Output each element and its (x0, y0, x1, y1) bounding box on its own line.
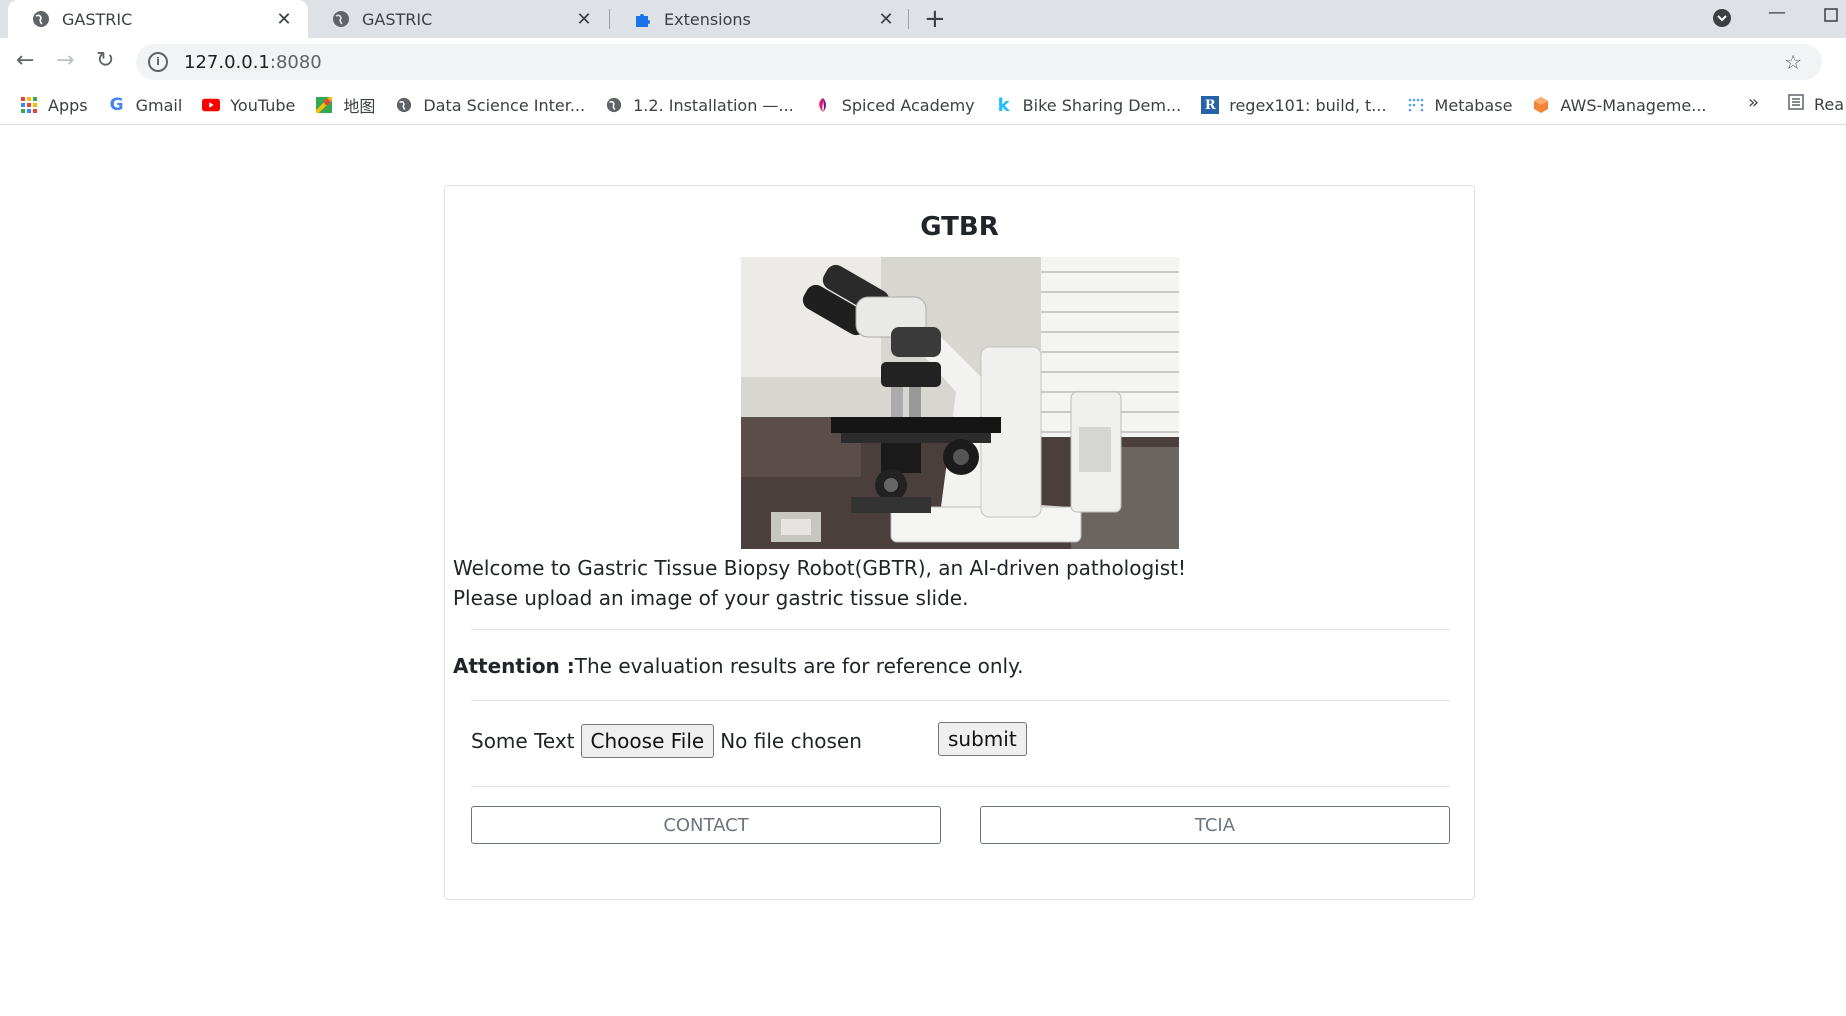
tab-close-icon[interactable]: ✕ (274, 9, 294, 30)
choose-file-button[interactable]: Choose File (580, 724, 715, 758)
aws-cube-icon (1532, 96, 1550, 114)
divider (471, 700, 1450, 701)
bookmark-label: Apps (48, 95, 88, 115)
globe-icon (332, 10, 350, 28)
tab-strip: GASTRIC ✕ GASTRIC ✕ Extensions ✕ + — (0, 0, 1846, 38)
microscope-image (741, 257, 1179, 549)
google-g-icon: G (109, 95, 124, 115)
bookmark-label: 地图 (343, 97, 376, 116)
bookmark-youtube[interactable]: YouTube (202, 96, 295, 115)
upload-form: Some Text Choose File No file chosen (471, 722, 862, 760)
main-card: GTBR Welcome to Gastric Tissue Biopsy Ro… (444, 185, 1475, 900)
globe-icon (32, 10, 50, 28)
submit-button[interactable]: submit (938, 722, 1027, 756)
upload-label: Some Text (471, 729, 575, 753)
bookmark-star-icon[interactable]: ☆ (1784, 50, 1802, 74)
apps-grid-icon (20, 96, 38, 114)
maps-icon (315, 96, 333, 114)
globe-icon (605, 96, 623, 114)
bookmarks-bar: Apps G Gmail YouTube 地图 Data Science Int… (0, 86, 1846, 125)
tab-title: Extensions (664, 9, 751, 29)
bookmark-label: Bike Sharing Dem... (1022, 95, 1182, 115)
bookmark-label: Data Science Inter... (423, 95, 586, 115)
maximize-icon[interactable] (1824, 6, 1838, 27)
divider (471, 786, 1450, 787)
tab-gastric-active[interactable]: GASTRIC ✕ (8, 0, 308, 38)
bookmark-label: Spiced Academy (841, 95, 975, 115)
bookmark-label: regex101: build, t... (1229, 95, 1387, 115)
bookmark-maps[interactable]: 地图 (315, 93, 375, 117)
tab-extensions[interactable]: Extensions ✕ (610, 0, 910, 38)
youtube-icon (202, 96, 221, 114)
bookmark-regex101[interactable]: R regex101: build, t... (1201, 95, 1387, 115)
bookmark-spiced[interactable]: Spiced Academy (814, 96, 975, 115)
page-title: GTBR (920, 212, 999, 242)
bookmark-label: 1.2. Installation —... (633, 95, 794, 115)
back-arrow-icon[interactable]: ← (16, 48, 34, 73)
bookmark-installation[interactable]: 1.2. Installation —... (605, 96, 794, 115)
site-info-icon[interactable]: i (148, 52, 168, 72)
reading-list-label: Rea (1814, 94, 1845, 114)
attention-text: The evaluation results are for reference… (574, 654, 1024, 678)
tab-separator (908, 9, 909, 29)
welcome-line-1: Welcome to Gastric Tissue Biopsy Robot(G… (453, 556, 1187, 580)
bookmark-label: Gmail (135, 95, 183, 115)
globe-icon (395, 96, 413, 114)
bookmark-label: YouTube (230, 95, 296, 115)
tab-title: GASTRIC (362, 9, 433, 29)
bookmark-data-science[interactable]: Data Science Inter... (395, 96, 585, 115)
tab-gastric[interactable]: GASTRIC ✕ (308, 0, 608, 38)
file-status-text: No file chosen (720, 729, 862, 753)
bookmark-metabase[interactable]: Metabase (1407, 95, 1513, 115)
bookmark-label: Metabase (1434, 95, 1513, 115)
new-tab-plus-icon[interactable]: + (924, 4, 946, 34)
reading-list-icon (1788, 94, 1804, 114)
tab-title: GASTRIC (62, 9, 133, 29)
puzzle-icon (634, 10, 652, 28)
attention-note: Attention :The evaluation results are fo… (453, 651, 1023, 681)
minimize-icon[interactable]: — (1768, 2, 1786, 23)
bookmark-bike-sharing[interactable]: k Bike Sharing Dem... (995, 94, 1182, 116)
metabase-icon (1407, 96, 1425, 114)
reading-list[interactable]: Rea (1788, 94, 1844, 114)
url-text: 127.0.0.1:8080 (184, 51, 322, 73)
welcome-text: Welcome to Gastric Tissue Biopsy Robot(G… (453, 553, 1186, 613)
browser-toolbar: ← → ↻ i 127.0.0.1:8080 ☆ (0, 38, 1846, 86)
bookmark-aws[interactable]: AWS-Manageme... (1532, 96, 1706, 115)
tab-close-icon[interactable]: ✕ (574, 9, 594, 30)
reload-icon[interactable]: ↻ (96, 48, 114, 73)
attention-label: Attention : (453, 654, 575, 678)
divider (471, 629, 1450, 630)
address-bar[interactable]: i 127.0.0.1:8080 ☆ (136, 44, 1822, 80)
tcia-button[interactable]: TCIA (980, 806, 1450, 844)
tab-close-icon[interactable]: ✕ (876, 9, 896, 30)
regex-r-icon: R (1201, 96, 1220, 114)
bookmark-apps[interactable]: Apps (20, 96, 88, 115)
kaggle-k-icon: k (997, 94, 1010, 116)
tab-search-icon[interactable] (1712, 8, 1732, 33)
forward-arrow-icon[interactable]: → (56, 48, 74, 73)
bookmark-gmail[interactable]: G Gmail (108, 95, 183, 115)
spiced-icon (814, 96, 832, 114)
more-bookmarks-chevron-icon[interactable]: » (1748, 92, 1759, 113)
bookmark-label: AWS-Manageme... (1560, 95, 1707, 115)
contact-button[interactable]: CONTACT (471, 806, 941, 844)
welcome-line-2: Please upload an image of your gastric t… (453, 586, 969, 610)
